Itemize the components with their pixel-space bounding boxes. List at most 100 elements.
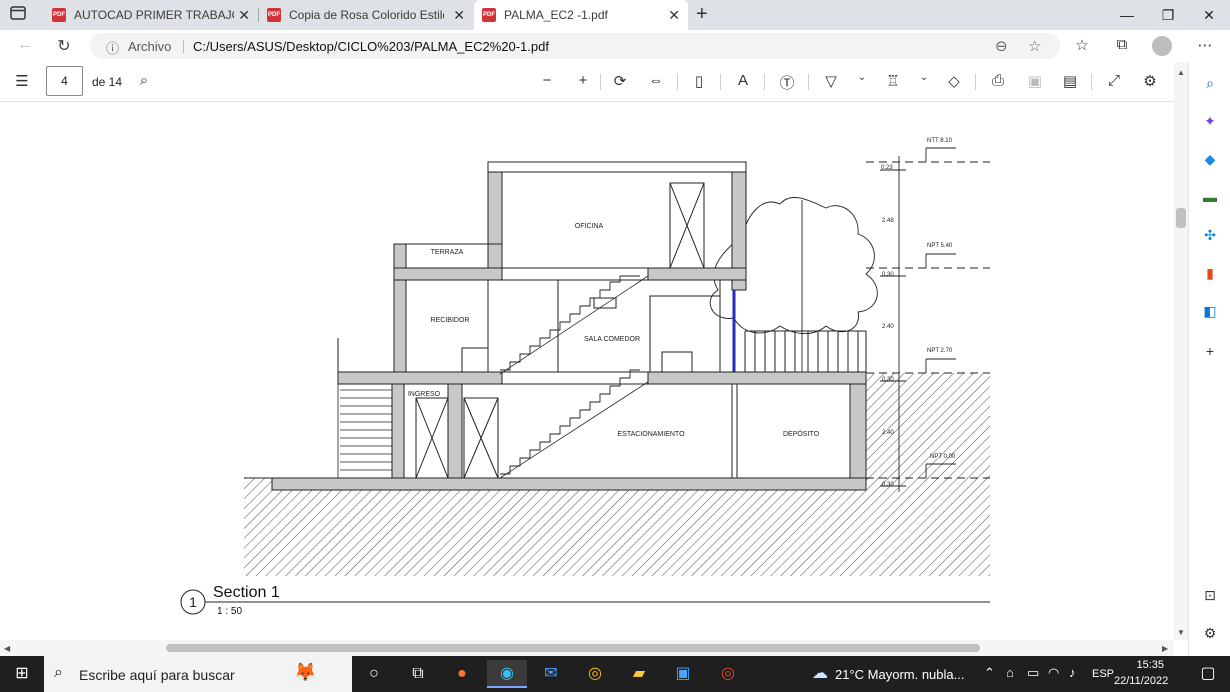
erase-icon[interactable]: ◇ (943, 72, 965, 92)
toolbar-divider (1091, 74, 1092, 90)
sidebar-settings-icon[interactable]: ⚙ (1199, 622, 1221, 644)
pdf-file-icon: PDF (52, 8, 66, 22)
chevron-down-icon[interactable]: ⌄ (913, 72, 935, 92)
tab-title: PALMA_EC2 -1.pdf (504, 8, 608, 22)
pdf-toolbar: ☰ 4 de 14 ⌕ − + ⟳ ⇔ ▯ A Ⓣ ▽ ⌄ ♖ ⌄ ◇ ⎙ ▣ … (0, 62, 1188, 102)
store-icon[interactable]: ▣ (663, 660, 703, 688)
weather-text[interactable]: 21°C Mayorm. nubla... (835, 667, 964, 682)
collections-icon[interactable]: ⧉ (1111, 36, 1133, 56)
url-text[interactable]: C:/Users/ASUS/Desktop/CICLO%203/PALMA_EC… (193, 39, 549, 54)
room-estacionamiento: ESTACIONAMIENTO (617, 431, 685, 438)
back-button[interactable]: ← (14, 36, 36, 56)
task-view-icon[interactable]: ⧉ (398, 660, 438, 688)
room-recibidor: RECIBIDOR (431, 317, 470, 324)
add-favorite-icon[interactable]: ☆ (1028, 37, 1041, 55)
office-icon[interactable]: ▮ (1199, 262, 1221, 284)
more-menu-icon[interactable]: ⋯ (1194, 36, 1216, 56)
room-sala-comedor: SALA COMEDOR (584, 336, 640, 343)
zoom-out-icon[interactable]: ⊖ (995, 37, 1008, 55)
favorites-icon[interactable]: ☆ (1071, 36, 1093, 56)
horizontal-scroll-thumb[interactable] (166, 644, 980, 652)
refresh-button[interactable]: ↻ (53, 36, 75, 56)
chrome-profile-icon[interactable]: ◎ (708, 660, 748, 688)
search-icon[interactable]: ⌕ (1199, 72, 1221, 94)
taskbar-search-box[interactable]: ⌕ Escribe aquí para buscar 🦊 (44, 656, 352, 692)
room-terraza: TERRAZA (431, 249, 464, 256)
close-tab-icon[interactable]: ✕ (668, 7, 680, 24)
volume-icon[interactable]: ♪ (1069, 665, 1076, 680)
search-icon: ⌕ (54, 664, 63, 681)
vertical-scroll-thumb[interactable] (1176, 208, 1186, 228)
games-icon[interactable]: ✣ (1199, 224, 1221, 246)
hide-sidebar-icon[interactable]: ⊡ (1199, 584, 1221, 606)
zoom-out-icon[interactable]: − (536, 72, 558, 92)
network-icon[interactable]: ⌂ (1006, 665, 1014, 680)
level-label: NTT 8.10 (927, 138, 953, 144)
chevron-down-icon[interactable]: ⌄ (851, 72, 873, 92)
dimension-label: 0.30 (882, 482, 894, 488)
highlight-icon[interactable]: ♖ (882, 72, 904, 92)
vertical-scrollbar[interactable] (1174, 62, 1188, 640)
close-tab-icon[interactable]: ✕ (453, 7, 465, 24)
fullscreen-icon[interactable]: ⤢ (1103, 72, 1125, 92)
close-tab-icon[interactable]: ✕ (238, 7, 250, 24)
tab-title: Copia de Rosa Colorido Estilo Se (289, 8, 444, 22)
notifications-icon[interactable]: ▢ (1188, 660, 1228, 688)
address-bar[interactable]: ⓘ Archivo C:/Users/ASUS/Desktop/CICLO%20… (90, 33, 1060, 59)
scroll-down-arrow-icon[interactable]: ▼ (1177, 628, 1185, 637)
profile-avatar[interactable] (1152, 36, 1172, 56)
cortana-icon[interactable]: ○ (354, 660, 394, 688)
settings-gear-icon[interactable]: ⚙ (1139, 72, 1161, 92)
file-explorer-icon[interactable]: ▰ (619, 660, 659, 688)
language-indicator[interactable]: ESP (1092, 668, 1114, 680)
windows-start-icon[interactable]: ⊞ (2, 660, 42, 688)
scroll-up-arrow-icon[interactable]: ▲ (1177, 68, 1185, 77)
contents-icon[interactable]: ☰ (11, 72, 33, 92)
level-label: NPT 2.70 (927, 348, 953, 354)
save-as-icon[interactable]: ▤ (1059, 72, 1081, 92)
wifi-icon[interactable]: ◠ (1048, 665, 1059, 681)
new-tab-button[interactable]: + (696, 3, 708, 26)
page-number-input[interactable]: 4 (46, 66, 83, 96)
scroll-right-arrow-icon[interactable]: ▶ (1162, 644, 1168, 653)
close-window-button[interactable]: ✕ (1188, 0, 1230, 30)
chevron-up-icon[interactable]: ⌃ (984, 665, 995, 681)
weather-cloud-icon[interactable]: ☁ (800, 660, 840, 688)
rotate-icon[interactable]: ⟳ (609, 72, 631, 92)
shopping-tag-icon[interactable]: ◆ (1199, 148, 1221, 170)
print-icon[interactable]: ⎙ (987, 72, 1009, 92)
tab-autocad[interactable]: PDF AUTOCAD PRIMER TRABAJO.pdf ✕ (44, 0, 258, 30)
minimize-button[interactable]: — (1106, 0, 1148, 30)
draw-icon[interactable]: ▽ (820, 72, 842, 92)
pdf-page-view[interactable]: OFICINA TERRAZA RECIBIDOR SALA COMEDOR I… (0, 102, 1174, 640)
copilot-icon[interactable]: ✦ (1199, 110, 1221, 132)
page-total: de 14 (92, 75, 123, 89)
firefox-icon[interactable]: ● (442, 660, 482, 688)
edge-icon[interactable]: ◉ (487, 660, 527, 688)
clock-time[interactable]: 15:35 (1120, 659, 1164, 671)
section-number: 1 (189, 594, 197, 610)
battery-icon[interactable]: ▭ (1027, 665, 1039, 681)
room-deposito: DEPÓSITO (783, 429, 820, 438)
maximize-button[interactable]: ❐ (1147, 0, 1189, 30)
zoom-in-icon[interactable]: + (572, 72, 594, 92)
scroll-left-arrow-icon[interactable]: ◀ (4, 644, 10, 653)
clock-date[interactable]: 22/11/2022 (1114, 675, 1168, 687)
search-highlight-fox-icon: 🦊 (294, 662, 317, 682)
info-icon[interactable]: ⓘ (106, 38, 119, 57)
outlook-icon[interactable]: ◧ (1199, 300, 1221, 322)
tools-briefcase-icon[interactable]: ▬ (1199, 186, 1221, 208)
tab-palma-ec2[interactable]: PDF PALMA_EC2 -1.pdf ✕ (474, 0, 688, 30)
save-icon[interactable]: ▣ (1024, 72, 1046, 92)
tab-actions-icon[interactable] (10, 6, 32, 24)
chrome-icon[interactable]: ◎ (575, 660, 615, 688)
add-sidebar-app-icon[interactable]: + (1199, 340, 1221, 362)
ground-hatch (244, 373, 990, 576)
add-text-icon[interactable]: Ⓣ (776, 72, 798, 92)
tab-copia-rosa[interactable]: PDF Copia de Rosa Colorido Estilo Se ✕ (259, 0, 473, 30)
read-aloud-icon[interactable]: A (732, 72, 754, 92)
fit-width-icon[interactable]: ⇔ (645, 72, 667, 92)
find-icon[interactable]: ⌕ (133, 72, 155, 92)
mail-icon[interactable]: ✉ (531, 660, 571, 688)
page-view-icon[interactable]: ▯ (688, 72, 710, 92)
